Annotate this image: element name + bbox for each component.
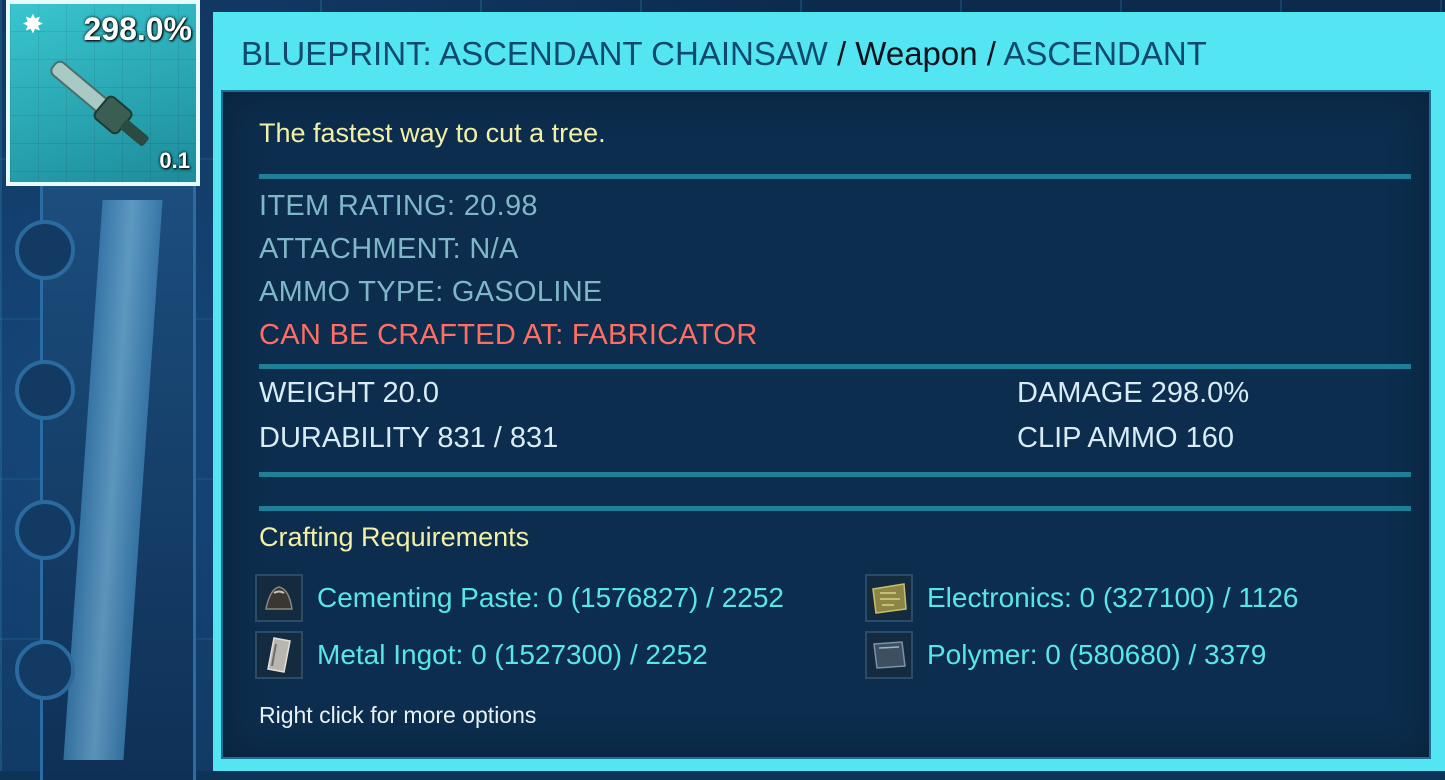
cementing-paste-icon <box>255 574 303 622</box>
background-knob <box>15 640 75 700</box>
background-knob <box>15 360 75 420</box>
requirement-polymer: Polymer: 0 (580680) / 3379 <box>865 629 1266 681</box>
inventory-item-slot[interactable]: ✸ 298.0% 0.1 <box>6 0 200 186</box>
electronics-icon <box>865 574 913 622</box>
item-rating: ITEM RATING: 20.98 <box>259 190 538 222</box>
item-description: The fastest way to cut a tree. <box>259 118 606 148</box>
clip-ammo-stat: CLIP AMMO 160 <box>1017 422 1235 454</box>
requirement-label: Electronics: 0 (327100) / 1126 <box>927 582 1299 613</box>
item-name: BLUEPRINT: ASCENDANT CHAINSAW <box>241 35 828 72</box>
tooltip-title: BLUEPRINT: ASCENDANT CHAINSAW / Weapon /… <box>241 32 1207 76</box>
item-quantity: 0.1 <box>159 148 190 173</box>
item-quality: ASCENDANT <box>1003 35 1207 72</box>
right-click-hint: Right click for more options <box>259 702 537 728</box>
durability-stat: DURABILITY 831 / 831 <box>259 422 559 454</box>
burst-star-icon: ✸ <box>22 10 44 40</box>
requirement-label: Polymer: 0 (580680) / 3379 <box>927 639 1267 670</box>
attachment-info: ATTACHMENT: N/A <box>259 233 519 265</box>
requirement-label: Metal Ingot: 0 (1527300) / 2252 <box>317 639 708 670</box>
polymer-icon <box>865 631 913 679</box>
crafting-station: CAN BE CRAFTED AT: FABRICATOR <box>259 319 758 351</box>
background-knob <box>15 220 75 280</box>
metal-ingot-icon <box>255 631 303 679</box>
weight-stat: WEIGHT 20.0 <box>259 377 439 409</box>
ammo-type: AMMO TYPE: GASOLINE <box>259 276 603 308</box>
divider <box>259 364 1411 369</box>
divider <box>259 174 1411 179</box>
title-separator: / <box>836 35 847 72</box>
requirement-cementing-paste: Cementing Paste: 0 (1576827) / 2252 <box>255 572 784 624</box>
crafting-requirements-heading: Crafting Requirements <box>259 522 530 552</box>
requirement-metal-ingot: Metal Ingot: 0 (1527300) / 2252 <box>255 629 708 681</box>
item-tooltip: BLUEPRINT: ASCENDANT CHAINSAW / Weapon /… <box>213 12 1445 771</box>
divider <box>259 506 1411 511</box>
background-panel <box>15 180 196 780</box>
requirement-label: Cementing Paste: 0 (1576827) / 2252 <box>317 582 784 613</box>
title-separator: / <box>986 35 996 72</box>
item-damage-label: 298.0% <box>83 11 192 47</box>
background-rail <box>63 200 163 760</box>
requirement-electronics: Electronics: 0 (327100) / 1126 <box>865 572 1298 624</box>
background-knob <box>15 500 75 560</box>
chainsaw-icon <box>50 60 149 146</box>
item-category: Weapon <box>855 35 978 72</box>
tooltip-body: The fastest way to cut a tree. ITEM RATI… <box>221 90 1431 759</box>
divider <box>259 472 1411 477</box>
damage-stat: DAMAGE 298.0% <box>1017 377 1250 409</box>
